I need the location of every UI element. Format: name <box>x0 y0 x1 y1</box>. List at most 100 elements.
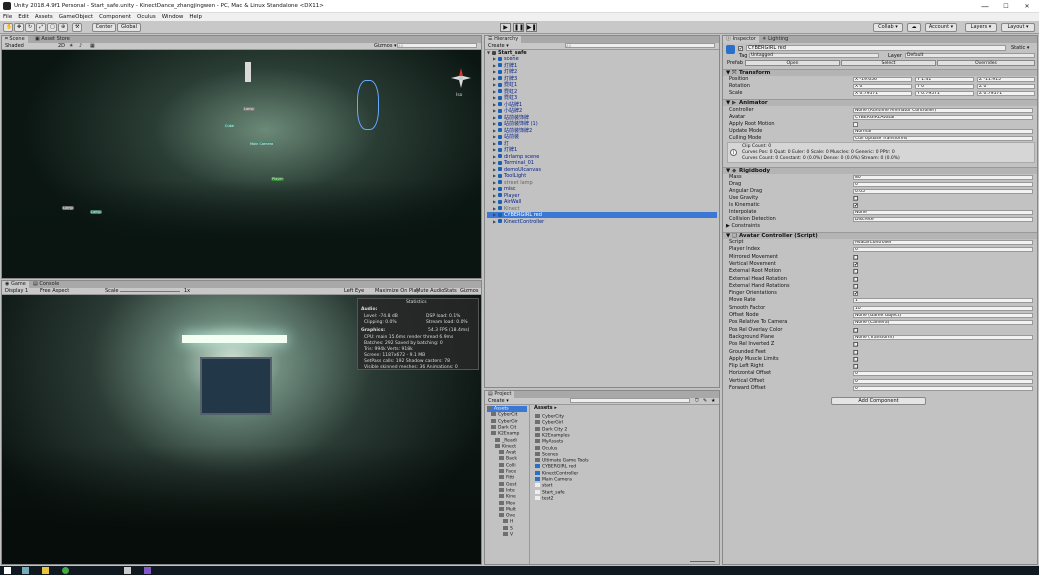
position-z-field[interactable]: Z -11.915 <box>977 77 1035 82</box>
cloud-icon[interactable]: ☁ <box>907 23 921 32</box>
project-tree-folder[interactable]: Back <box>499 456 517 462</box>
hierarchy-item[interactable]: ▶ 霓虹2 <box>487 89 717 95</box>
account-dropdown[interactable]: Account ▾ <box>925 23 957 32</box>
project-asset-item[interactable]: Ultimate Game Tools <box>535 458 589 464</box>
menu-help[interactable]: Help <box>186 13 205 21</box>
tab-hierarchy[interactable]: ☰ Hierarchy <box>485 36 522 43</box>
project-tree-folder[interactable]: Dark Cit <box>491 424 516 430</box>
scene-label-main-camera[interactable]: Main Camera <box>249 142 275 146</box>
hierarchy-item[interactable]: ▶ street lamp <box>487 180 717 186</box>
property-checkbox[interactable]: ☐ <box>853 342 858 348</box>
project-tree-folder[interactable]: V <box>503 532 513 538</box>
property-checkbox[interactable]: ☐ <box>853 269 858 275</box>
taskbar-app-icon[interactable] <box>22 567 29 574</box>
project-asset-item[interactable]: Scenes <box>535 451 558 457</box>
property-field[interactable]: 0 <box>853 386 1033 391</box>
step-button[interactable]: ▶❚ <box>526 23 537 32</box>
project-tree-folder[interactable]: S <box>503 525 513 531</box>
hierarchy-item[interactable]: ▶ ToolLight <box>487 173 717 179</box>
scene-search-input[interactable]: All <box>397 43 477 49</box>
project-tree-folder[interactable]: K2Examp <box>491 431 519 437</box>
shading-mode-dropdown[interactable]: Shaded <box>5 43 24 49</box>
hierarchy-item[interactable]: ▶ 灯牌1 <box>487 147 717 153</box>
orientation-gizmo-icon[interactable] <box>449 66 473 90</box>
property-field[interactable]: Discrete <box>853 217 1033 222</box>
property-field[interactable]: AvatarController <box>853 240 1033 245</box>
scale-tool-icon[interactable]: ⤢ <box>36 23 46 32</box>
menu-oculus[interactable]: Oculus <box>134 13 159 21</box>
hierarchy-item[interactable]: ▶ demoUIcanvas <box>487 167 717 173</box>
project-create-dropdown[interactable]: Create ▾ <box>488 398 509 404</box>
scene-gizmos-dropdown[interactable]: Gizmos ▾ <box>374 43 397 49</box>
hierarchy-item[interactable]: ▶ scene <box>487 56 717 62</box>
property-field[interactable]: None (Camera) <box>853 320 1033 326</box>
property-checkbox[interactable]: ☐ <box>853 196 858 202</box>
filter-label-icon[interactable]: ✎ <box>703 398 707 404</box>
layers-dropdown[interactable]: Layers ▾ <box>965 23 997 32</box>
property-field[interactable]: None (Transform) <box>853 334 1033 340</box>
project-asset-item[interactable]: test2 <box>535 495 554 501</box>
filter-type-icon[interactable]: ⛉ <box>695 398 699 404</box>
transform-header[interactable]: ▼ ⤧ Transform <box>723 69 1037 76</box>
project-tree-folder[interactable]: Mult <box>499 506 516 512</box>
rotate-tool-icon[interactable]: ↻ <box>25 23 35 32</box>
scale-y-field[interactable]: Y 0.79571 <box>915 91 974 96</box>
active-checkbox[interactable]: ✔ <box>738 46 743 51</box>
menu-edit[interactable]: Edit <box>15 13 32 21</box>
hierarchy-item[interactable]: ▶ 霓虹1 <box>487 82 717 88</box>
scale-slider[interactable] <box>120 291 180 292</box>
menu-assets[interactable]: Assets <box>32 13 56 21</box>
property-checkbox[interactable]: ✔ <box>853 291 858 297</box>
tab-inspector[interactable]: ⓘ Inspector <box>723 36 759 43</box>
2d-toggle[interactable]: 2D <box>58 43 65 49</box>
hierarchy-item[interactable]: ▶ 站前装饰牌 (1) <box>487 121 717 127</box>
property-checkbox[interactable] <box>853 122 858 127</box>
scale-x-field[interactable]: X 0.79571 <box>853 91 912 96</box>
menu-window[interactable]: Window <box>159 13 187 21</box>
play-button[interactable]: ▶ <box>500 23 511 32</box>
position-x-field[interactable]: X -19.656 <box>853 77 912 82</box>
tab-game[interactable]: ◉ Game <box>2 281 29 288</box>
hierarchy-item[interactable]: ▶ dirlamp scene <box>487 154 717 160</box>
property-field[interactable]: Cull Update Transforms <box>853 136 1033 141</box>
minimize-button[interactable]: — <box>975 1 995 12</box>
icon-size-slider[interactable] <box>690 561 715 562</box>
property-checkbox[interactable]: ☐ <box>853 349 858 355</box>
scene-label-player[interactable]: Player <box>271 177 284 181</box>
hierarchy-item[interactable]: ▶ CYBERGIRL red <box>487 212 717 218</box>
move-tool-icon[interactable]: ✥ <box>14 23 24 32</box>
tag-dropdown[interactable]: Untagged <box>749 53 879 58</box>
hierarchy-item[interactable]: ▶ 灯牌3 <box>487 76 717 82</box>
hand-tool-icon[interactable]: ✋ <box>3 23 13 32</box>
hierarchy-item[interactable]: ▶ misc <box>487 186 717 192</box>
project-tree-folder[interactable]: Ove <box>499 513 515 519</box>
project-asset-item[interactable]: KinectController <box>535 470 578 476</box>
browser-app-icon[interactable] <box>62 567 69 574</box>
pause-button[interactable]: ❚❚ <box>513 23 524 32</box>
eye-dropdown[interactable]: Left Eye <box>344 288 364 294</box>
aspect-dropdown[interactable]: Free Aspect <box>40 288 69 294</box>
property-field[interactable]: CYBERGIRLAvatar <box>853 115 1033 120</box>
pivot-center-toggle[interactable]: Center <box>92 23 116 32</box>
property-field[interactable]: 0 <box>853 247 1033 253</box>
tab-console[interactable]: ▤ Console <box>30 281 63 288</box>
hierarchy-item[interactable]: ▶ 霓虹3 <box>487 95 717 101</box>
project-tree-folder[interactable]: CyberCit <box>491 412 517 418</box>
layer-dropdown[interactable]: Default <box>905 53 1035 58</box>
project-tree-folder[interactable]: Face <box>499 469 516 475</box>
avatar-controller-header[interactable]: ▼ ❑ Avatar Controller (Script) <box>723 232 1037 239</box>
property-field[interactable]: 80 <box>853 175 1033 180</box>
hierarchy-item[interactable]: ▶ Player <box>487 193 717 199</box>
property-field[interactable]: None (Game Object) <box>853 313 1033 318</box>
collab-dropdown[interactable]: Collab ▾ <box>873 23 903 32</box>
property-field[interactable]: 1 <box>853 298 1033 304</box>
property-checkbox[interactable]: ☐ <box>853 327 858 333</box>
hierarchy-item[interactable]: ▶ 小站牌1 <box>487 102 717 108</box>
prefab-overrides-dropdown[interactable]: Overrides <box>937 60 1035 66</box>
stats-toggle[interactable]: Stats <box>444 288 457 294</box>
hierarchy-item[interactable]: ▶ Terminal_01 <box>487 160 717 166</box>
prefab-select-button[interactable]: Select <box>841 60 936 66</box>
project-tree-folder[interactable]: Avat <box>499 450 516 456</box>
object-name-field[interactable]: CYBERGIRL red <box>746 45 1006 51</box>
property-checkbox[interactable]: ✔ <box>853 203 858 209</box>
